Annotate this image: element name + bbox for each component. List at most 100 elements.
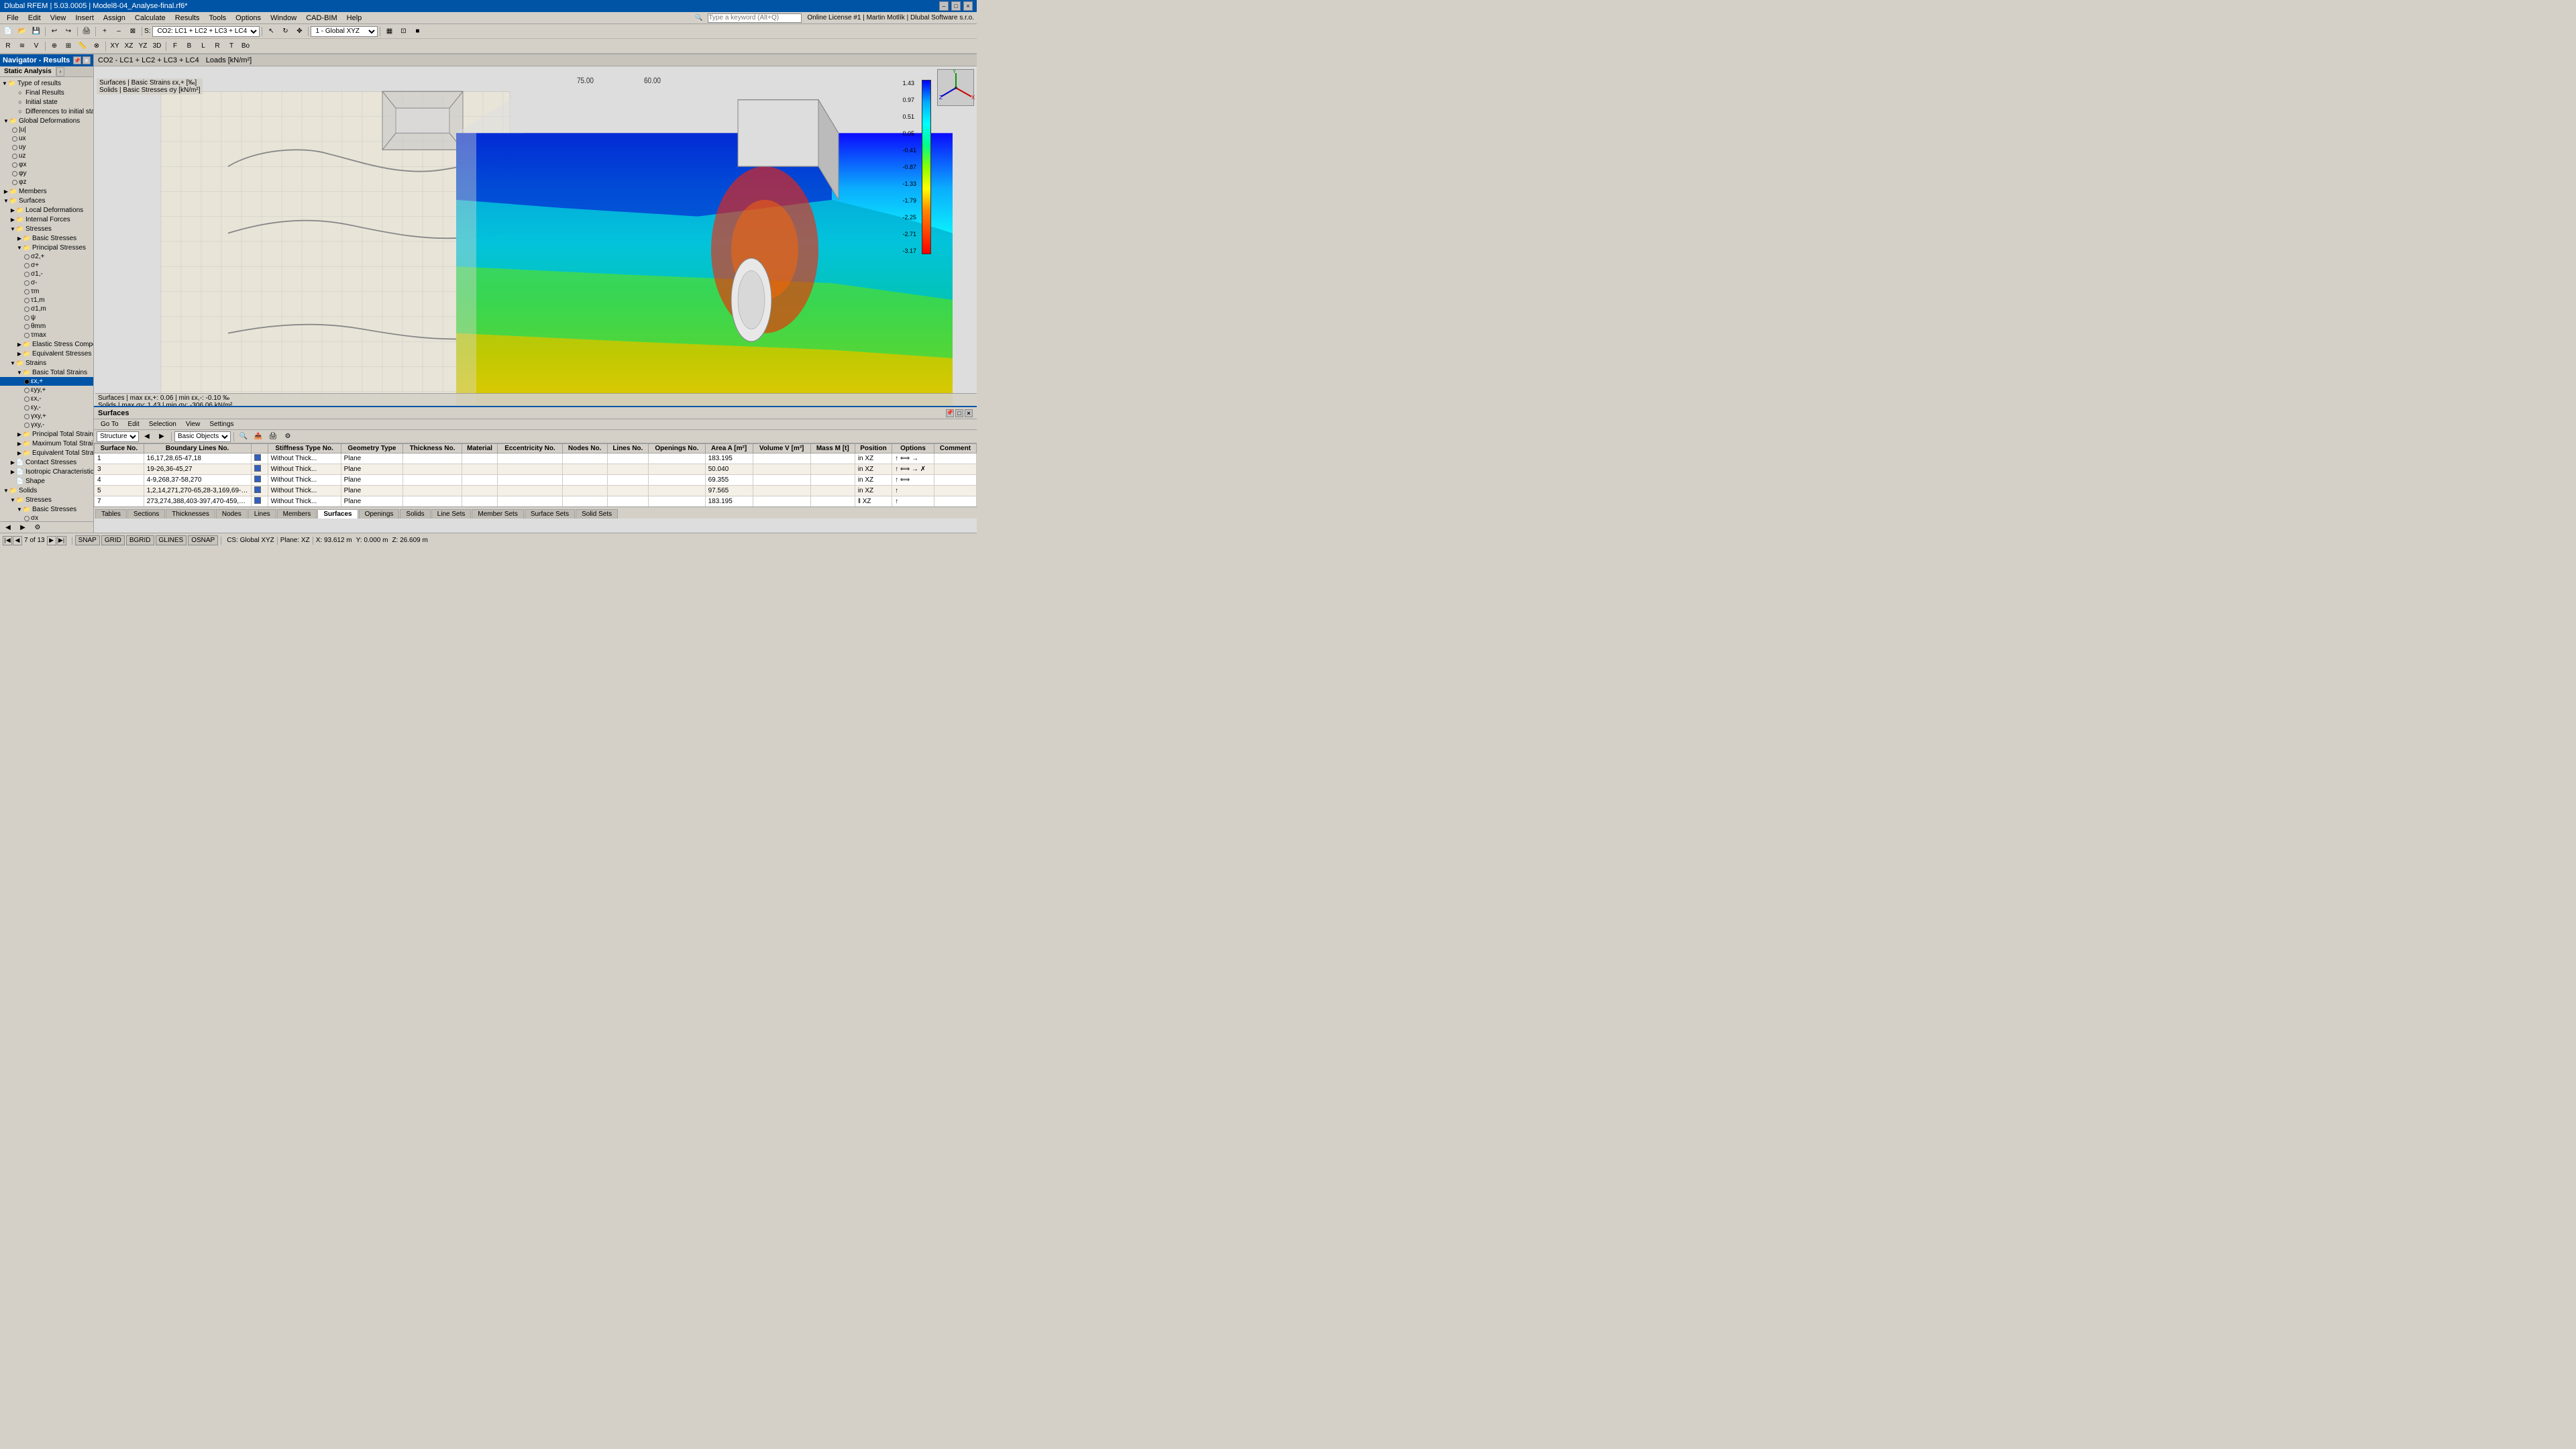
tree-epsy-m[interactable]: εy,- — [0, 403, 93, 412]
xy-btn[interactable]: XY — [108, 40, 121, 52]
tree-local-deformations[interactable]: ▶ 📁 Local Deformations — [0, 205, 93, 215]
nav-pin-btn[interactable]: 📌 — [73, 56, 81, 64]
tree-equiv-total[interactable]: ▶ 📁 Equivalent Total Strains — [0, 448, 93, 458]
tab-lines[interactable]: Lines — [248, 509, 276, 519]
table-row[interactable]: 5 1,2,14,271,270-65,28-3,169,69-262,265,… — [95, 486, 977, 496]
nav-tab-scroll[interactable]: › — [56, 67, 64, 76]
zoom-out-btn[interactable]: – — [112, 25, 125, 38]
tree-taumax[interactable]: τmax — [0, 331, 93, 339]
tree-sigmap[interactable]: σ+ — [0, 261, 93, 270]
3d-btn[interactable]: 3D — [150, 40, 164, 52]
close-button[interactable]: × — [963, 1, 973, 11]
menu-calculate[interactable]: Calculate — [131, 13, 170, 23]
top-btn[interactable]: T — [225, 40, 238, 52]
grid-btn[interactable]: ⊞ — [62, 40, 75, 52]
tree-thetamm[interactable]: θmm — [0, 322, 93, 331]
tree-ux[interactable]: ux — [0, 134, 93, 143]
section-btn[interactable]: ⊗ — [90, 40, 103, 52]
tree-u[interactable]: |u| — [0, 125, 93, 134]
tree-solids-basic-stresses[interactable]: ▼ 📁 Basic Stresses — [0, 504, 93, 514]
measure-btn[interactable]: 📏 — [76, 40, 89, 52]
export-btn[interactable]: 📤 — [252, 431, 265, 443]
tree-initial-state[interactable]: ○ Initial state — [0, 97, 93, 107]
tree-basic-total-strains[interactable]: ▼ 📁 Basic Total Strains — [0, 368, 93, 377]
tree-uy[interactable]: uy — [0, 143, 93, 152]
next-page-btn[interactable]: ▶ — [47, 536, 56, 545]
tree-solids[interactable]: ▼ 📁 Solids — [0, 486, 93, 495]
tree-phix[interactable]: φx — [0, 160, 93, 169]
tree-internal-forces[interactable]: ▶ 📁 Internal Forces — [0, 215, 93, 224]
snap-mode-btn[interactable]: SNAP — [75, 535, 100, 545]
nav-back-btn[interactable]: ◀ — [1, 522, 15, 534]
menu-assign[interactable]: Assign — [99, 13, 129, 23]
tab-surface-sets[interactable]: Surface Sets — [525, 509, 575, 519]
results-menu-view[interactable]: View — [182, 420, 205, 429]
snap-btn[interactable]: ⊕ — [48, 40, 61, 52]
table-row[interactable]: 4 4-9,268,37-58,270 Without Thick... Pla… — [95, 475, 977, 486]
bgrid-mode-btn[interactable]: BGRID — [126, 535, 154, 545]
view-select[interactable]: 1 - Global XYZ — [311, 26, 378, 37]
values-btn[interactable]: V — [30, 40, 43, 52]
tree-gammaxy-p[interactable]: γxy,+ — [0, 412, 93, 421]
menu-results[interactable]: Results — [171, 13, 204, 23]
tree-solids-stresses[interactable]: ▼ 📁 Stresses — [0, 495, 93, 504]
tab-solids[interactable]: Solids — [400, 509, 430, 519]
results-close-btn[interactable]: × — [965, 409, 973, 417]
tab-line-sets[interactable]: Line Sets — [431, 509, 472, 519]
tab-members[interactable]: Members — [277, 509, 317, 519]
deform-btn[interactable]: ≋ — [15, 40, 29, 52]
menu-help[interactable]: Help — [343, 13, 366, 23]
results-btn[interactable]: R — [1, 40, 15, 52]
menu-cad-bim[interactable]: CAD-BIM — [302, 13, 341, 23]
results-pin-btn[interactable]: 📌 — [946, 409, 954, 417]
tab-tables[interactable]: Tables — [95, 509, 127, 519]
first-page-btn[interactable]: |◀ — [3, 536, 12, 545]
tree-phiz[interactable]: φz — [0, 178, 93, 186]
glines-mode-btn[interactable]: GLINES — [156, 535, 187, 545]
tab-member-sets[interactable]: Member Sets — [472, 509, 523, 519]
new-btn[interactable]: 📄 — [1, 25, 15, 38]
tree-psi[interactable]: ψ — [0, 313, 93, 322]
expander-type-of-results[interactable]: ▼ — [1, 80, 8, 87]
tree-tau-m[interactable]: τm — [0, 287, 93, 296]
col-settings-btn[interactable]: ⚙ — [281, 431, 294, 443]
tree-global-deformations[interactable]: ▼ 📁 Global Deformations — [0, 116, 93, 125]
left-btn[interactable]: L — [197, 40, 210, 52]
menu-insert[interactable]: Insert — [71, 13, 98, 23]
table-next-btn[interactable]: ▶ — [155, 431, 168, 443]
pan-btn[interactable]: ✥ — [292, 25, 306, 38]
menu-file[interactable]: File — [3, 13, 23, 23]
tree-surfaces[interactable]: ▼ 📁 Surfaces — [0, 196, 93, 205]
tree-stresses-surfaces[interactable]: ▼ 📁 Stresses — [0, 224, 93, 233]
right-btn[interactable]: R — [211, 40, 224, 52]
basic-objects-select[interactable]: Basic Objects — [174, 431, 231, 442]
menu-view[interactable]: View — [46, 13, 70, 23]
nav-settings-btn[interactable]: ⚙ — [31, 522, 44, 534]
print-btn[interactable]: 🖨 — [80, 25, 93, 38]
results-menu-settings[interactable]: Settings — [205, 420, 237, 429]
results-maximize-btn[interactable]: □ — [955, 409, 963, 417]
tree-contact-stresses[interactable]: ▶ 📄 Contact Stresses — [0, 458, 93, 467]
maximize-button[interactable]: □ — [951, 1, 961, 11]
bottom-btn[interactable]: Bo — [239, 40, 252, 52]
wireframe-btn[interactable]: ⊡ — [396, 25, 410, 38]
front-btn[interactable]: F — [168, 40, 182, 52]
back-btn[interactable]: B — [182, 40, 196, 52]
tab-thicknesses[interactable]: Thicknesses — [166, 509, 215, 519]
select-btn[interactable]: ↖ — [264, 25, 278, 38]
tree-max-total[interactable]: ▶ 📁 Maximum Total Strains — [0, 439, 93, 448]
nav-close-btn[interactable]: × — [83, 56, 91, 64]
xz-btn[interactable]: XZ — [122, 40, 136, 52]
tab-nodes[interactable]: Nodes — [216, 509, 248, 519]
minimize-button[interactable]: – — [939, 1, 949, 11]
nav-forward-btn[interactable]: ▶ — [16, 522, 30, 534]
keyword-search-input[interactable] — [708, 13, 802, 23]
print-table-btn[interactable]: 🖨 — [266, 431, 280, 443]
table-row[interactable]: 1 16,17,28,65-47,18 Without Thick... Pla… — [95, 453, 977, 464]
tree-elastic-stress[interactable]: ▶ 📁 Elastic Stress Components — [0, 339, 93, 349]
menu-window[interactable]: Window — [266, 13, 301, 23]
zoom-all-btn[interactable]: ⊠ — [126, 25, 140, 38]
save-btn[interactable]: 💾 — [30, 25, 43, 38]
results-table[interactable]: Surface No. Boundary Lines No. Stiffness… — [94, 443, 977, 509]
tab-openings[interactable]: Openings — [359, 509, 400, 519]
